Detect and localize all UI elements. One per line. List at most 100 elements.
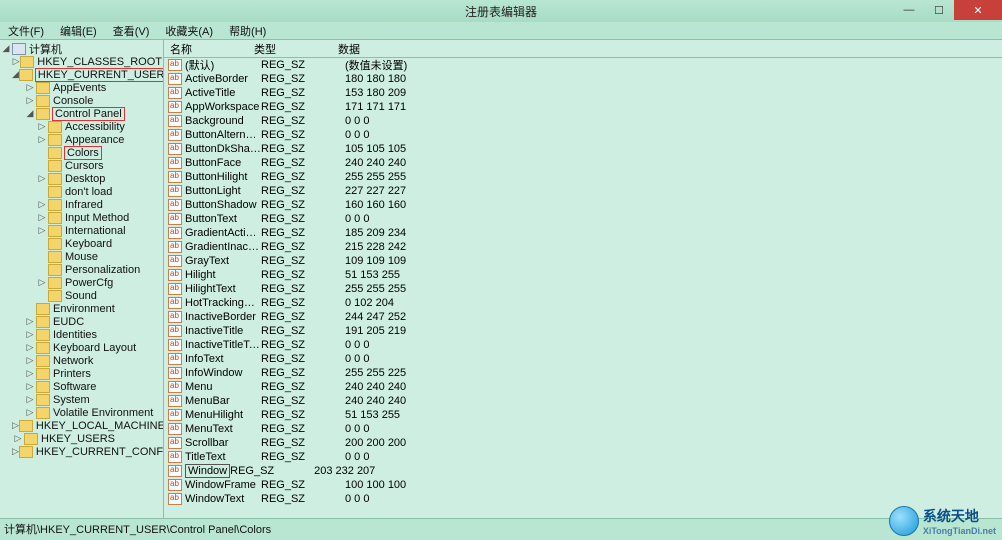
- tree-label[interactable]: System: [52, 394, 91, 406]
- value-name[interactable]: WindowText: [185, 493, 261, 505]
- tree-node[interactable]: ▷Network: [0, 354, 163, 367]
- value-row[interactable]: TitleTextREG_SZ0 0 0: [164, 450, 1002, 464]
- tree-label[interactable]: Cursors: [64, 160, 105, 172]
- tree-label[interactable]: Colors: [64, 146, 102, 160]
- value-name[interactable]: HotTrackingCo...: [185, 297, 261, 309]
- value-name[interactable]: MenuText: [185, 423, 261, 435]
- value-row[interactable]: ActiveBorderREG_SZ180 180 180: [164, 72, 1002, 86]
- tree-node[interactable]: ▷International: [0, 224, 163, 237]
- column-headers[interactable]: 名称 类型 数据: [164, 40, 1002, 58]
- col-type-header[interactable]: 类型: [254, 41, 338, 57]
- tree-node[interactable]: ▷ Console: [0, 94, 163, 107]
- value-row[interactable]: HilightTextREG_SZ255 255 255: [164, 282, 1002, 296]
- value-row[interactable]: WindowREG_SZ203 232 207: [164, 464, 1002, 478]
- expander-icon[interactable]: ▷: [24, 394, 36, 405]
- tree-node[interactable]: ▷Volatile Environment: [0, 406, 163, 419]
- expander-icon[interactable]: ▷: [36, 173, 48, 184]
- value-name[interactable]: ButtonHilight: [185, 171, 261, 183]
- value-name[interactable]: ActiveBorder: [185, 73, 261, 85]
- tree-label[interactable]: Keyboard: [64, 238, 113, 250]
- col-data-header[interactable]: 数据: [338, 41, 1002, 57]
- expander-icon[interactable]: ▷: [24, 329, 36, 340]
- tree-label[interactable]: Keyboard Layout: [52, 342, 137, 354]
- tree-label[interactable]: HKEY_CLASSES_ROOT: [36, 56, 163, 68]
- tree-node[interactable]: Sound: [0, 289, 163, 302]
- expander-icon[interactable]: ▷: [24, 355, 36, 366]
- expander-icon[interactable]: ▷: [24, 316, 36, 327]
- tree-node[interactable]: ◢计算机: [0, 42, 163, 55]
- expander-icon[interactable]: ▷: [24, 342, 36, 353]
- value-row[interactable]: MenuTextREG_SZ0 0 0: [164, 422, 1002, 436]
- value-row[interactable]: ScrollbarREG_SZ200 200 200: [164, 436, 1002, 450]
- tree-node[interactable]: Personalization: [0, 263, 163, 276]
- value-name[interactable]: ButtonFace: [185, 157, 261, 169]
- minimize-button[interactable]: —: [894, 0, 924, 20]
- tree-label[interactable]: Infrared: [64, 199, 104, 211]
- col-name-header[interactable]: 名称: [164, 41, 254, 57]
- value-row[interactable]: ButtonTextREG_SZ0 0 0: [164, 212, 1002, 226]
- value-row[interactable]: InfoWindowREG_SZ255 255 225: [164, 366, 1002, 380]
- tree-node[interactable]: ▷Appearance: [0, 133, 163, 146]
- value-row[interactable]: ButtonLightREG_SZ227 227 227: [164, 184, 1002, 198]
- value-row[interactable]: GradientInactiv...REG_SZ215 228 242: [164, 240, 1002, 254]
- tree-node[interactable]: ▷HKEY_USERS: [0, 432, 163, 445]
- value-name[interactable]: AppWorkspace: [185, 101, 261, 113]
- tree-label[interactable]: Volatile Environment: [52, 407, 154, 419]
- expander-icon[interactable]: ▷: [24, 381, 36, 392]
- tree-node[interactable]: ◢HKEY_CURRENT_USER: [0, 68, 163, 81]
- tree-label[interactable]: don't load: [64, 186, 113, 198]
- expander-icon[interactable]: ▷: [24, 95, 36, 106]
- value-row[interactable]: ActiveTitleREG_SZ153 180 209: [164, 86, 1002, 100]
- tree-node[interactable]: ▷ Identities: [0, 328, 163, 341]
- tree-label[interactable]: HKEY_LOCAL_MACHINE: [35, 420, 164, 432]
- tree-node[interactable]: Colors: [0, 146, 163, 159]
- value-row[interactable]: HotTrackingCo...REG_SZ0 102 204: [164, 296, 1002, 310]
- tree-node[interactable]: ▷Accessibility: [0, 120, 163, 133]
- value-name[interactable]: WindowFrame: [185, 479, 261, 491]
- tree-node[interactable]: Mouse: [0, 250, 163, 263]
- tree-label[interactable]: EUDC: [52, 316, 85, 328]
- value-name[interactable]: MenuHilight: [185, 409, 261, 421]
- expander-icon[interactable]: ▷: [24, 82, 36, 93]
- tree-node[interactable]: Keyboard: [0, 237, 163, 250]
- value-name[interactable]: TitleText: [185, 451, 261, 463]
- value-row[interactable]: InfoTextREG_SZ0 0 0: [164, 352, 1002, 366]
- tree-label[interactable]: Console: [52, 95, 94, 107]
- tree-node[interactable]: ◢Control Panel: [0, 107, 163, 120]
- value-name[interactable]: ActiveTitle: [185, 87, 261, 99]
- tree-label[interactable]: Identities: [52, 329, 98, 341]
- value-name[interactable]: InfoWindow: [185, 367, 261, 379]
- value-name[interactable]: InfoText: [185, 353, 261, 365]
- tree-label[interactable]: AppEvents: [52, 82, 107, 94]
- tree-label[interactable]: HKEY_USERS: [40, 433, 116, 445]
- tree-label[interactable]: Control Panel: [52, 107, 125, 121]
- value-name[interactable]: ButtonDkShad...: [185, 143, 261, 155]
- tree-label[interactable]: Mouse: [64, 251, 99, 263]
- tree-node[interactable]: ▷HKEY_LOCAL_MACHINE: [0, 419, 163, 432]
- value-row[interactable]: WindowFrameREG_SZ100 100 100: [164, 478, 1002, 492]
- value-name[interactable]: GrayText: [185, 255, 261, 267]
- value-name[interactable]: Hilight: [185, 269, 261, 281]
- value-row[interactable]: InactiveTitleREG_SZ191 205 219: [164, 324, 1002, 338]
- expander-icon[interactable]: ▷: [36, 134, 48, 145]
- tree-label[interactable]: HKEY_CURRENT_CONFIG: [35, 446, 164, 458]
- tree-label[interactable]: Sound: [64, 290, 98, 302]
- close-button[interactable]: ✕: [954, 0, 1002, 20]
- value-row[interactable]: InactiveTitleTextREG_SZ0 0 0: [164, 338, 1002, 352]
- value-row[interactable]: MenuBarREG_SZ240 240 240: [164, 394, 1002, 408]
- expander-icon[interactable]: ▷: [12, 56, 20, 67]
- value-row[interactable]: WindowTextREG_SZ0 0 0: [164, 492, 1002, 506]
- value-row[interactable]: GrayTextREG_SZ109 109 109: [164, 254, 1002, 268]
- value-row[interactable]: BackgroundREG_SZ0 0 0: [164, 114, 1002, 128]
- value-row[interactable]: ButtonHilightREG_SZ255 255 255: [164, 170, 1002, 184]
- tree-node[interactable]: ▷Printers: [0, 367, 163, 380]
- expander-icon[interactable]: ▷: [36, 277, 48, 288]
- value-name[interactable]: Window: [185, 464, 230, 478]
- menu-item[interactable]: 查看(V): [109, 23, 154, 39]
- tree-node[interactable]: Cursors: [0, 159, 163, 172]
- value-row[interactable]: AppWorkspaceREG_SZ171 171 171: [164, 100, 1002, 114]
- expander-icon[interactable]: ▷: [12, 446, 19, 457]
- value-name[interactable]: InactiveBorder: [185, 311, 261, 323]
- menu-item[interactable]: 文件(F): [4, 23, 48, 39]
- tree-node[interactable]: ▷ HKEY_CLASSES_ROOT: [0, 55, 163, 68]
